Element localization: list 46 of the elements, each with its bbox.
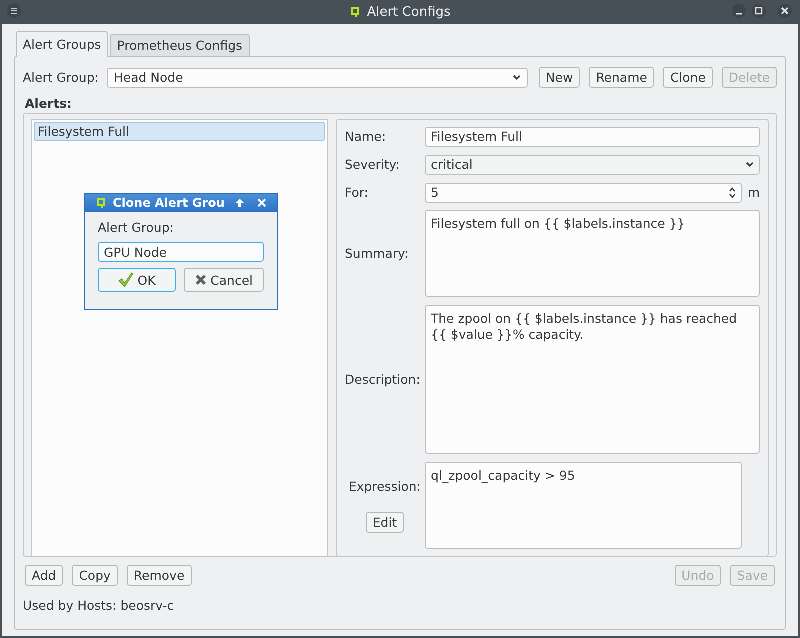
button[interactable]: Remove <box>126 565 192 586</box>
app-logo-icon <box>349 6 362 18</box>
field-label: Alert Group: <box>98 220 175 235</box>
description-field[interactable]: The zpool on {{ $labels.instance }} has reached {{ $value }}% capacity. <box>425 305 760 454</box>
tab[interactable]: Prometheus Configs <box>110 34 250 56</box>
field-label: Expression: <box>348 478 422 494</box>
field-label: Name: <box>345 129 388 144</box>
button[interactable]: New <box>538 67 580 88</box>
chevron-down-icon <box>746 162 754 168</box>
used-by-hosts-text: Used by Hosts: beosrv-c <box>23 598 176 613</box>
field-label: For: <box>345 185 370 200</box>
name-field[interactable]: Filesystem Full <box>425 126 760 147</box>
edit-button[interactable]: Edit <box>366 512 404 533</box>
field-label: Alert Group: <box>23 70 99 85</box>
section-heading: Alerts: <box>25 96 74 111</box>
summary-field[interactable]: Filesystem full on {{ $labels.instance }} <box>425 210 760 298</box>
spin-arrows-icon <box>728 186 736 199</box>
button[interactable]: Add <box>25 565 64 586</box>
unit-label: m <box>748 185 760 200</box>
cancel-button[interactable]: Cancel <box>184 268 264 292</box>
list-item[interactable]: Filesystem Full <box>34 122 325 141</box>
window-title: Alert Configs <box>367 4 451 20</box>
expression-field[interactable]: ql_zpool_capacity > 95 <box>425 462 742 550</box>
severity-dropdown[interactable]: critical <box>425 154 760 175</box>
close-icon[interactable] <box>257 198 267 208</box>
dialog-title: Clone Alert Grou <box>113 196 226 210</box>
app-logo-icon <box>95 197 107 209</box>
field-label: Description: <box>345 372 422 388</box>
button[interactable]: Rename <box>589 67 654 88</box>
minimize-icon[interactable] <box>732 4 746 18</box>
cross-icon <box>194 274 207 286</box>
group-name-field[interactable]: GPU Node <box>98 242 264 262</box>
arrow-up-icon[interactable] <box>235 198 245 208</box>
field-label: Severity: <box>345 157 401 172</box>
for-spinbox[interactable]: 5 <box>425 182 742 203</box>
ok-button[interactable]: OK <box>98 268 176 292</box>
close-icon[interactable] <box>778 4 792 18</box>
maximize-icon[interactable] <box>752 4 766 18</box>
button[interactable]: Clone <box>663 67 713 88</box>
tab[interactable]: Alert Groups <box>16 31 108 57</box>
menu-icon[interactable] <box>7 4 21 18</box>
button[interactable]: Copy <box>72 565 118 586</box>
checkmark-icon <box>118 272 134 288</box>
alert-group-dropdown[interactable]: Head Node <box>107 68 528 88</box>
field-label: Summary: <box>345 246 410 262</box>
chevron-down-icon <box>512 74 521 80</box>
